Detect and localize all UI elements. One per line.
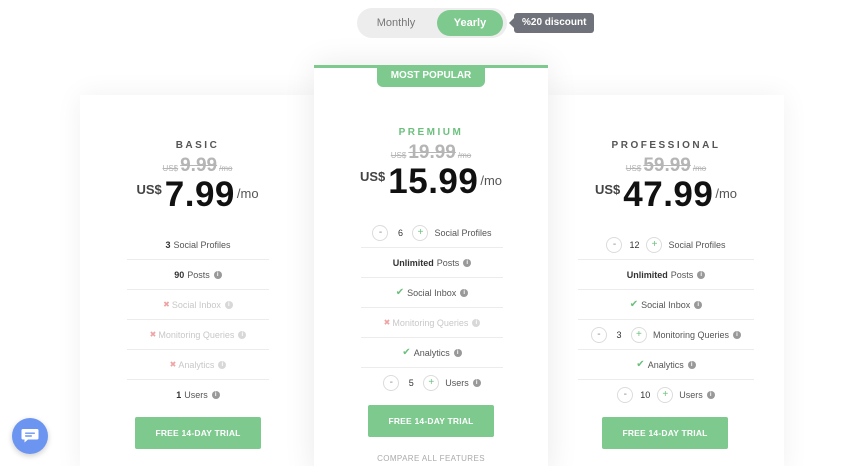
plus-icon[interactable]: + xyxy=(412,224,429,241)
feature-monitoring-queries: - 3 + Monitoring Queries i xyxy=(578,320,754,350)
feature-analytics: ✔ Analytics i xyxy=(361,338,503,368)
feature-social-inbox: ✔ Social Inbox i xyxy=(578,290,754,320)
free-trial-button[interactable]: FREE 14-DAY TRIAL xyxy=(135,417,261,449)
info-icon[interactable]: i xyxy=(218,360,227,369)
free-trial-button[interactable]: FREE 14-DAY TRIAL xyxy=(602,417,728,449)
info-icon[interactable]: i xyxy=(472,379,481,387)
users-stepper-value[interactable]: 5 xyxy=(399,378,423,388)
feature-social-profiles: - 12 + Social Profiles xyxy=(578,230,754,260)
feature-users: - 10 + Users i xyxy=(578,380,754,410)
compare-features-link[interactable]: COMPARE ALL FEATURES xyxy=(314,454,548,463)
monthly-option[interactable]: Monthly xyxy=(363,10,429,36)
feature-users: - 5 + Users i xyxy=(361,368,503,398)
feature-posts: Unlimited Posts i xyxy=(361,248,503,278)
cross-icon: ✖ xyxy=(169,360,177,369)
info-icon[interactable]: i xyxy=(472,318,481,327)
chat-launcher-button[interactable] xyxy=(12,418,48,454)
current-price: US$15.99/mo xyxy=(359,162,503,201)
info-icon[interactable]: i xyxy=(733,330,742,339)
plus-icon[interactable]: + xyxy=(423,375,440,391)
minus-icon[interactable]: - xyxy=(617,387,634,403)
info-icon[interactable]: i xyxy=(463,258,472,267)
feature-list: 3 Social Profiles 90 Posts i ✖ Social Inbox i… xyxy=(127,230,269,410)
monitoring-queries-stepper-value[interactable]: 3 xyxy=(607,330,631,340)
social-profiles-stepper-value[interactable]: 6 xyxy=(388,228,412,238)
social-profiles-stepper-value[interactable]: 12 xyxy=(622,240,646,250)
feature-posts: 90 Posts i xyxy=(127,260,269,290)
old-price: US$ 59.99/mo xyxy=(625,155,707,176)
feature-monitoring-queries: ✖ Monitoring Queries i xyxy=(127,320,269,350)
cross-icon: ✖ xyxy=(149,330,157,339)
feature-social-inbox: ✖ Social Inbox i xyxy=(127,290,269,320)
info-icon[interactable]: i xyxy=(224,300,233,309)
feature-users: 1 Users i xyxy=(127,380,269,410)
current-price: US$47.99/mo xyxy=(594,175,738,214)
cross-icon: ✖ xyxy=(383,318,391,327)
free-trial-button[interactable]: FREE 14-DAY TRIAL xyxy=(368,405,494,437)
old-price: US$ 9.99/mo xyxy=(162,155,233,176)
plus-icon[interactable]: + xyxy=(630,326,647,343)
info-icon[interactable]: i xyxy=(453,348,462,357)
feature-analytics: ✖ Analytics i xyxy=(127,350,269,380)
plan-name: BASIC xyxy=(175,140,220,151)
check-icon: ✔ xyxy=(395,287,405,298)
discount-badge: %20 discount xyxy=(508,13,595,33)
check-icon: ✔ xyxy=(636,359,645,370)
plan-card-professional: PROFESSIONAL US$ 59.99/mo US$47.99/mo - 1… xyxy=(548,95,784,466)
feature-posts: Unlimited Posts i xyxy=(578,260,754,290)
plus-icon[interactable]: + xyxy=(646,236,663,253)
yearly-option[interactable]: Yearly xyxy=(437,10,503,36)
feature-list: - 6 + Social Profiles Unlimited Posts i ✔ S… xyxy=(361,218,503,398)
info-icon[interactable]: i xyxy=(211,391,220,399)
feature-analytics: ✔ Analytics i xyxy=(578,350,754,380)
most-popular-badge: MOST POPULAR xyxy=(377,65,485,87)
billing-toggle[interactable]: Monthly Yearly xyxy=(357,8,507,38)
minus-icon[interactable]: - xyxy=(606,236,623,253)
plus-icon[interactable]: + xyxy=(657,387,674,403)
old-price: US$ 19.99/mo xyxy=(390,142,472,163)
info-icon[interactable]: i xyxy=(213,270,222,279)
plan-card-premium: MOST POPULAR PREMIUM US$ 19.99/mo US$15.9… xyxy=(314,65,548,466)
info-icon[interactable]: i xyxy=(697,270,706,279)
chat-bubble-icon xyxy=(21,429,39,443)
plan-name: PROFESSIONAL xyxy=(611,140,721,151)
minus-icon[interactable]: - xyxy=(372,224,389,241)
plan-card-basic: BASIC US$ 9.99/mo US$7.99/mo 3 Social Prof… xyxy=(80,95,315,466)
info-icon[interactable]: i xyxy=(694,300,703,309)
cross-icon: ✖ xyxy=(163,300,170,309)
feature-monitoring-queries: ✖ Monitoring Queries i xyxy=(361,308,503,338)
minus-icon[interactable]: - xyxy=(590,326,607,343)
feature-social-profiles: - 6 + Social Profiles xyxy=(361,218,503,248)
feature-list: - 12 + Social Profiles Unlimited Posts i ✔… xyxy=(578,230,754,410)
plan-name: PREMIUM xyxy=(398,127,464,138)
info-icon[interactable]: i xyxy=(460,288,469,297)
users-stepper-value[interactable]: 10 xyxy=(633,390,657,400)
info-icon[interactable]: i xyxy=(706,391,715,399)
check-icon: ✔ xyxy=(629,299,639,310)
check-icon: ✔ xyxy=(402,347,411,358)
feature-social-profiles: 3 Social Profiles xyxy=(127,230,269,260)
current-price: US$7.99/mo xyxy=(136,175,259,214)
minus-icon[interactable]: - xyxy=(383,375,400,391)
feature-social-inbox: ✔ Social Inbox i xyxy=(361,278,503,308)
info-icon[interactable]: i xyxy=(687,360,696,369)
info-icon[interactable]: i xyxy=(238,330,247,339)
